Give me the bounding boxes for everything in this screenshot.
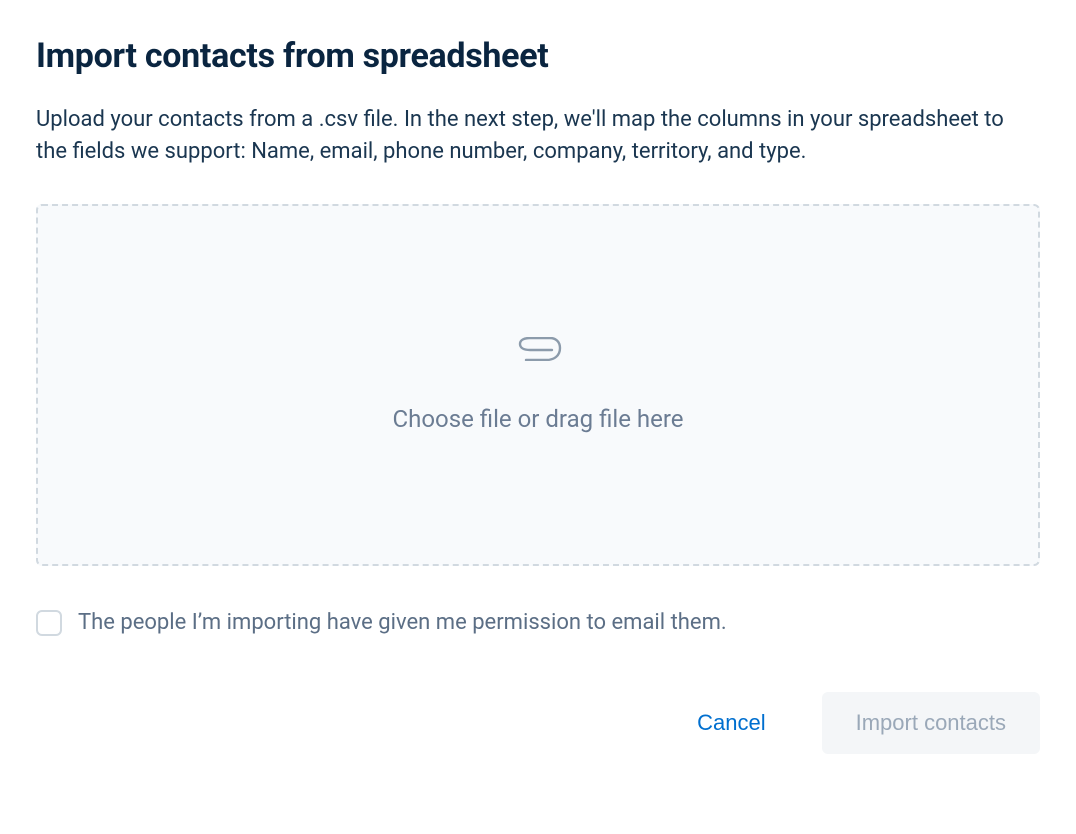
consent-row: The people I’m importing have given me p… — [36, 610, 1040, 636]
dialog-actions: Cancel Import contacts — [36, 692, 1040, 754]
dialog-description: Upload your contacts from a .csv file. I… — [36, 104, 1036, 168]
file-dropzone[interactable]: Choose file or drag file here — [36, 204, 1040, 566]
import-contacts-button[interactable]: Import contacts — [822, 692, 1040, 754]
dropzone-text: Choose file or drag file here — [393, 405, 684, 433]
dialog-title: Import contacts from spreadsheet — [36, 36, 1040, 76]
consent-checkbox[interactable] — [36, 610, 62, 636]
cancel-button[interactable]: Cancel — [673, 694, 789, 752]
paperclip-icon — [514, 337, 562, 365]
consent-label: The people I’m importing have given me p… — [78, 610, 727, 635]
